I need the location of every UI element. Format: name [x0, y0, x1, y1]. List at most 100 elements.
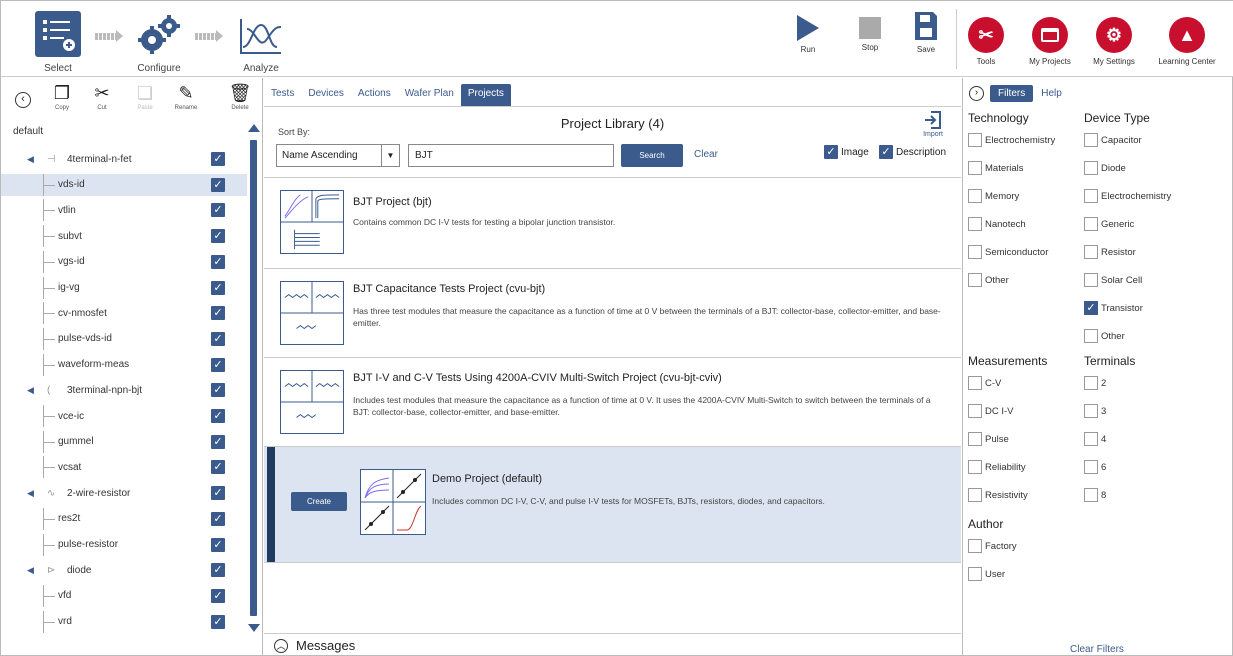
filter-option[interactable]: 2	[1084, 376, 1106, 390]
tab-devices[interactable]: Devices	[301, 84, 351, 106]
my-settings-button[interactable]: ⚙ My Settings	[1085, 17, 1143, 66]
project-item-cvu-bjt-cviv[interactable]: BJT I-V and C-V Tests Using 4200A-CVIV M…	[264, 358, 961, 447]
tree-test-row[interactable]: vcsat ✓	[1, 456, 247, 479]
clear-filters-link[interactable]: Clear Filters	[1070, 644, 1124, 655]
filter-checkbox[interactable]	[968, 376, 982, 390]
image-checkbox[interactable]: ✓	[824, 145, 838, 159]
import-button[interactable]: Import	[918, 111, 948, 138]
collapse-triangle-icon[interactable]: ◀	[27, 565, 34, 576]
include-checkbox[interactable]: ✓	[211, 152, 225, 166]
filter-option[interactable]: 3	[1084, 404, 1106, 418]
expand-panel-button[interactable]: ›	[969, 85, 984, 101]
include-checkbox[interactable]: ✓	[211, 254, 225, 269]
expand-up-icon[interactable]: ︿	[274, 638, 288, 653]
filter-checkbox[interactable]: ✓	[1084, 301, 1098, 315]
include-checkbox[interactable]: ✓	[211, 383, 225, 398]
include-checkbox[interactable]: ✓	[211, 229, 225, 244]
search-button[interactable]: Search	[621, 144, 683, 167]
filter-checkbox[interactable]	[968, 432, 982, 446]
filter-option[interactable]: Other	[968, 273, 1009, 287]
delete-button[interactable]: 🗑 Delete	[223, 83, 257, 111]
filter-option[interactable]: Electrochemistry	[968, 133, 1055, 147]
filter-option[interactable]: Generic	[1084, 217, 1134, 231]
project-item-default[interactable]: Create Demo Project (default) Includes c…	[264, 447, 961, 563]
filter-checkbox[interactable]	[968, 161, 982, 175]
save-button[interactable]: Save	[909, 11, 943, 55]
filter-checkbox[interactable]	[968, 189, 982, 203]
filter-option[interactable]: Semiconductor	[968, 245, 1048, 259]
tree-test-row[interactable]: vce-ic ✓	[1, 405, 247, 427]
include-checkbox[interactable]: ✓	[211, 280, 225, 295]
tree-device-row[interactable]: ◀ ⊳ diode ✓	[1, 559, 247, 581]
filter-option[interactable]: Nanotech	[968, 217, 1026, 231]
filter-option[interactable]: 4	[1084, 432, 1106, 446]
include-checkbox[interactable]: ✓	[211, 434, 225, 449]
include-checkbox[interactable]: ✓	[211, 306, 225, 321]
tree-scrollbar[interactable]	[247, 124, 260, 656]
paste-button[interactable]: ❏ Paste	[128, 83, 162, 111]
filter-checkbox[interactable]	[1084, 245, 1098, 259]
my-projects-button[interactable]: My Projects	[1021, 17, 1079, 66]
filter-option[interactable]: 8	[1084, 488, 1106, 502]
tree-device-row[interactable]: ◀ ⊣ 4terminal-n-fet ✓	[1, 148, 247, 170]
include-checkbox[interactable]: ✓	[211, 511, 225, 526]
filter-checkbox[interactable]	[968, 539, 982, 553]
scroll-up-icon[interactable]	[248, 124, 260, 132]
tab-wafer-plan[interactable]: Wafer Plan	[398, 84, 461, 106]
filter-checkbox[interactable]	[968, 217, 982, 231]
filter-checkbox[interactable]	[968, 404, 982, 418]
tree-test-row[interactable]: vrd ✓	[1, 610, 247, 633]
tree-test-row[interactable]: vgs-id ✓	[1, 250, 247, 273]
tree-test-row[interactable]: gummel ✓	[1, 430, 247, 453]
tab-projects[interactable]: Projects	[460, 84, 511, 106]
tab-filters[interactable]: Filters	[990, 84, 1034, 102]
collapse-triangle-icon[interactable]: ◀	[27, 385, 34, 396]
description-option[interactable]: ✓ Description	[879, 145, 946, 159]
select-step-button[interactable]	[35, 11, 81, 57]
filter-option[interactable]: Capacitor	[1084, 133, 1142, 147]
filter-checkbox[interactable]	[1084, 460, 1098, 474]
description-checkbox[interactable]: ✓	[879, 145, 893, 159]
filter-checkbox[interactable]	[968, 567, 982, 581]
filter-checkbox[interactable]	[968, 133, 982, 147]
filter-checkbox[interactable]	[1084, 404, 1098, 418]
filter-option[interactable]: User	[968, 567, 1005, 581]
include-checkbox[interactable]: ✓	[211, 460, 225, 475]
learning-center-button[interactable]: ▲ Learning Center	[1154, 17, 1220, 66]
tree-device-row[interactable]: ◀ (3terminal-npn-bjt ✓	[1, 379, 247, 401]
filter-checkbox[interactable]	[1084, 273, 1098, 287]
tree-test-row[interactable]: vtlin ✓	[1, 199, 247, 222]
tree-test-row[interactable]: pulse-vds-id ✓	[1, 327, 247, 350]
cut-button[interactable]: ✂ Cut	[85, 83, 119, 111]
filter-option[interactable]: Resistor	[1084, 245, 1136, 259]
tools-button[interactable]: ✂ Tools	[957, 17, 1015, 66]
filter-option[interactable]: Factory	[968, 539, 1017, 553]
include-checkbox[interactable]: ✓	[211, 486, 225, 501]
filter-option[interactable]: Electrochemistry	[1084, 189, 1171, 203]
filter-option[interactable]: Pulse	[968, 432, 1009, 446]
filter-option[interactable]: Diode	[1084, 161, 1126, 175]
scroll-thumb[interactable]	[250, 140, 257, 616]
filter-checkbox[interactable]	[1084, 432, 1098, 446]
filter-checkbox[interactable]	[968, 245, 982, 259]
configure-step-button[interactable]	[134, 13, 182, 57]
messages-bar[interactable]: ︿ Messages	[264, 633, 961, 656]
tab-tests[interactable]: Tests	[264, 84, 301, 106]
include-checkbox[interactable]: ✓	[211, 537, 225, 552]
filter-option[interactable]: Materials	[968, 161, 1024, 175]
filter-checkbox[interactable]	[1084, 133, 1098, 147]
filter-checkbox[interactable]	[968, 273, 982, 287]
filter-checkbox[interactable]	[968, 488, 982, 502]
filter-checkbox[interactable]	[1084, 329, 1098, 343]
tab-actions[interactable]: Actions	[351, 84, 398, 106]
include-checkbox[interactable]: ✓	[211, 588, 225, 603]
filter-checkbox[interactable]	[968, 460, 982, 474]
rename-button[interactable]: ✎ Rename	[169, 83, 203, 111]
project-item-cvu-bjt[interactable]: BJT Capacitance Tests Project (cvu-bjt) …	[264, 269, 961, 358]
tree-test-row[interactable]: ig-vg ✓	[1, 276, 247, 299]
include-checkbox[interactable]: ✓	[211, 331, 225, 346]
sort-select[interactable]: Name Ascending ▼	[276, 144, 400, 167]
run-button[interactable]: Run	[791, 11, 825, 55]
filter-option[interactable]: Memory	[968, 189, 1019, 203]
include-checkbox[interactable]: ✓	[211, 177, 225, 192]
